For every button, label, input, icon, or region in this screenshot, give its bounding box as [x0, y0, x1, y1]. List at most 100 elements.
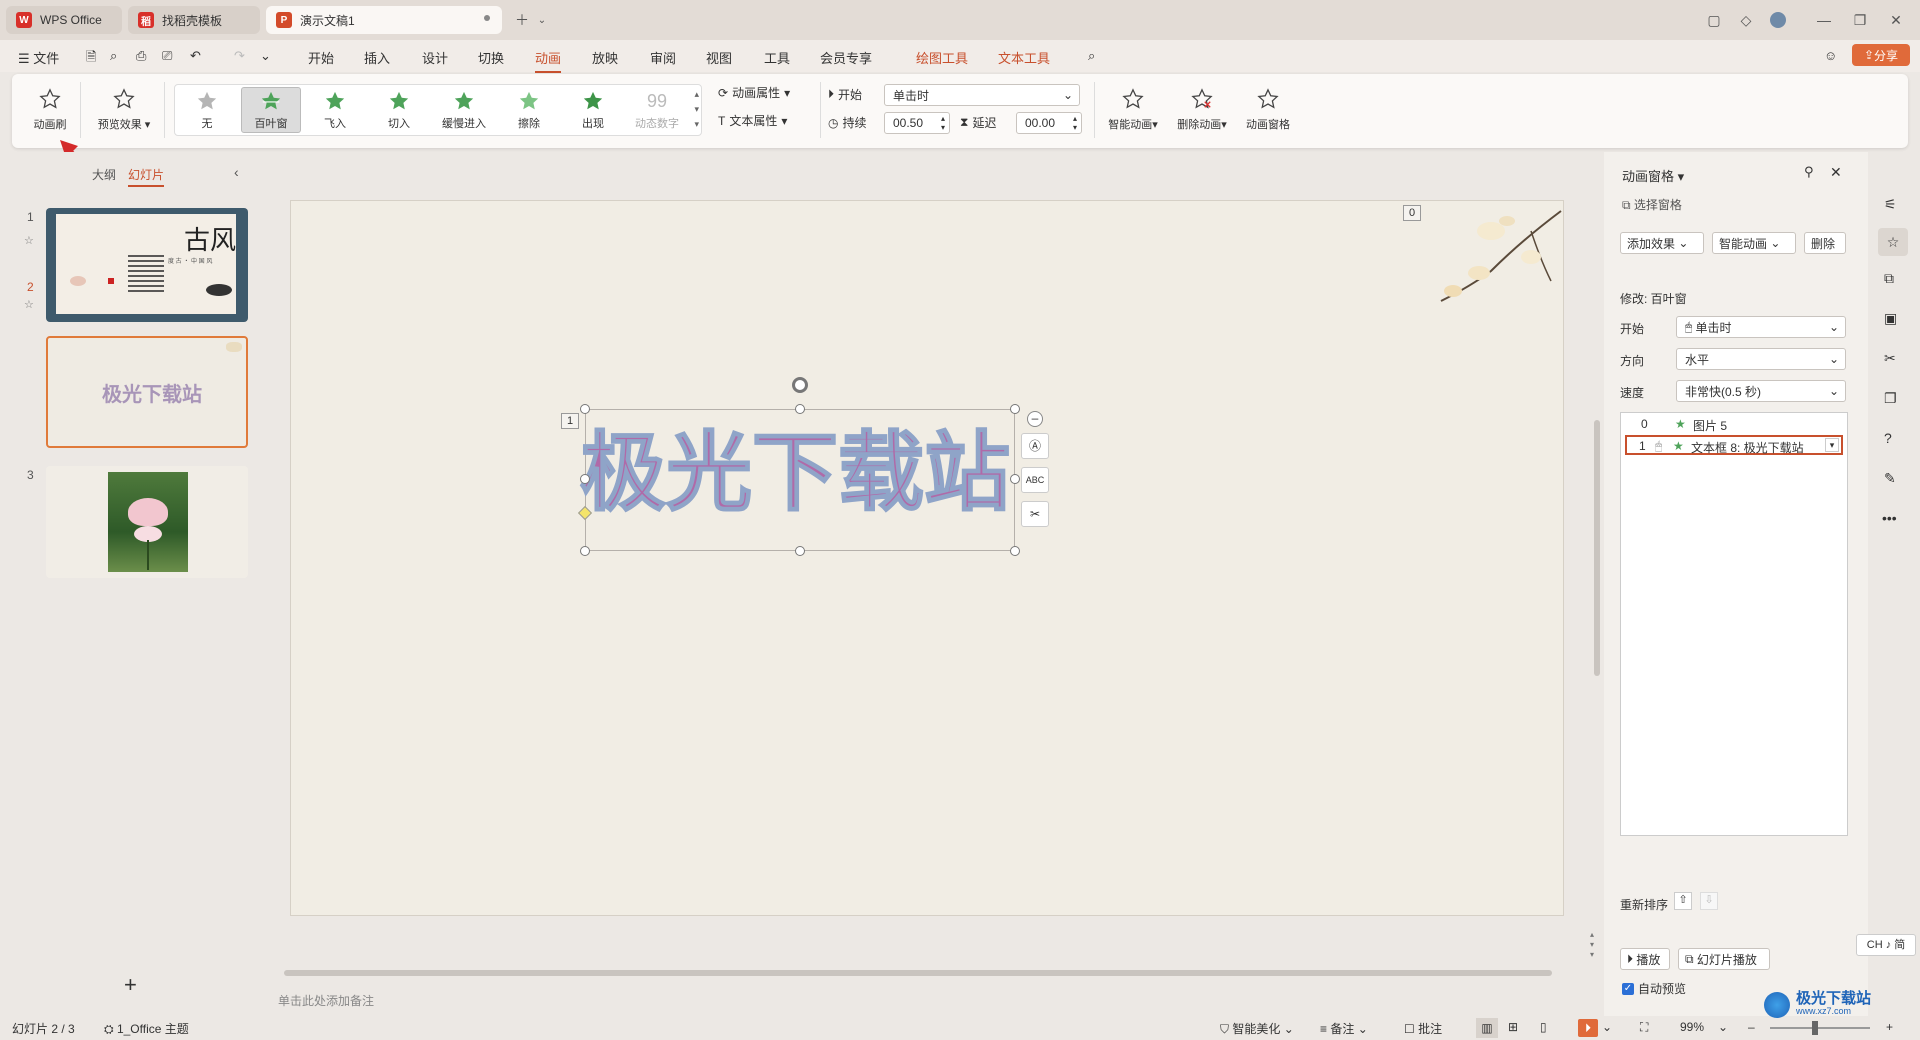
delete-animation-button[interactable]: 删除动画▾ [1170, 86, 1234, 132]
delay-stepper[interactable]: 00.00 ▴ ▾ [1016, 112, 1082, 134]
tab-menu-chevron-icon[interactable]: ⌄ [532, 10, 552, 30]
close-pane-icon[interactable]: ✕ [1830, 164, 1842, 181]
horizontal-scrollbar[interactable] [284, 970, 1552, 976]
menu-home[interactable]: 开始 [308, 48, 334, 67]
tools-icon[interactable]: ✂ [1884, 350, 1896, 367]
select-pane-button[interactable]: ⧉ 选择窗格 [1622, 196, 1682, 213]
close-icon[interactable]: ✕ [1886, 10, 1906, 30]
add-effect-button[interactable]: 添加效果 ⌄ [1620, 232, 1704, 254]
slide-thumb-2[interactable]: 极光下载站 [46, 336, 248, 448]
animation-properties-button[interactable]: ⟳ 动画属性 ▾ [718, 84, 790, 101]
theme-indicator[interactable]: ⛭ 1_Office 主题 [104, 1020, 189, 1037]
resize-handle[interactable] [580, 404, 590, 414]
slide-thumb-3[interactable] [46, 466, 248, 578]
gallery-none[interactable]: 无 [177, 87, 237, 133]
notes-area[interactable]: 单击此处添加备注 [266, 988, 1578, 1012]
add-slide-icon[interactable]: + [124, 972, 137, 998]
zoom-level[interactable]: 99% [1680, 1020, 1704, 1034]
shapes-icon[interactable]: ⧉ [1884, 270, 1894, 287]
gallery-wipe[interactable]: 擦除 [499, 87, 559, 133]
smart-animation-pane-button[interactable]: 智能动画 ⌄ [1712, 232, 1796, 254]
gallery-cut-in[interactable]: 切入 [369, 87, 429, 133]
page-nav-arrows-icon[interactable]: ▴ ▾ ▾ [1590, 930, 1594, 960]
slide-thumb-1[interactable]: 古风 度 古 ・ 中 国 风 [46, 208, 248, 322]
save-icon[interactable]: 🗎 [86, 48, 96, 70]
undo-icon[interactable]: ↶ [190, 48, 201, 64]
resize-handle[interactable] [580, 546, 590, 556]
animation-pane-title[interactable]: 动画窗格 ▾ [1622, 166, 1684, 185]
ime-indicator[interactable]: CH ♪ 简 [1856, 934, 1916, 956]
new-tab-icon[interactable]: ＋ [512, 10, 532, 30]
start-select[interactable]: 单击时 ⌄ [884, 84, 1080, 106]
tab-template[interactable]: 稻 找稻壳模板 [128, 6, 260, 34]
tab-presentation[interactable]: P 演示文稿1 [266, 6, 502, 34]
star-active-icon[interactable]: ☆ [1878, 228, 1908, 256]
menu-text-tools[interactable]: 文本工具 [998, 48, 1050, 67]
menu-insert[interactable]: 插入 [364, 48, 390, 67]
play-button[interactable]: ⏵ 播放 [1620, 948, 1670, 970]
play-menu-chevron-icon[interactable]: ⌄ [1602, 1020, 1612, 1034]
pin-icon[interactable]: ⚲ [1804, 164, 1814, 180]
more-icon[interactable]: ••• [1882, 510, 1897, 526]
sliders-icon[interactable]: ⚟ [1884, 196, 1897, 213]
avatar[interactable] [1768, 10, 1788, 30]
collapse-toolbar-icon[interactable]: – [1027, 411, 1043, 427]
gallery-dynamic-number[interactable]: 99 动态数字 [627, 87, 687, 133]
text-effect-icon[interactable]: Ⓐ [1021, 433, 1049, 459]
resize-handle[interactable] [580, 474, 590, 484]
grid-view-icon[interactable]: ⊞ [1508, 1020, 1518, 1034]
help-icon[interactable]: ? [1884, 430, 1892, 446]
zoom-slider[interactable] [1770, 1027, 1870, 1029]
menu-review[interactable]: 审阅 [650, 48, 676, 67]
redo-icon[interactable]: ↷ [234, 48, 245, 64]
rotate-handle-icon[interactable] [792, 377, 808, 393]
slideshow-button[interactable]: ⧉ 幻灯片播放 [1678, 948, 1770, 970]
beautify-button[interactable]: ⛉ 智能美化 ⌄ [1220, 1020, 1294, 1037]
move-up-icon[interactable]: ⇧ [1674, 892, 1692, 910]
preview-effect-button[interactable]: 预览效果 ▾ [90, 86, 158, 132]
smart-animation-button[interactable]: 智能动画▾ [1102, 86, 1164, 132]
text-box-selection[interactable]: 极光下载站 [579, 409, 1015, 551]
slide-title-text[interactable]: 极光下载站 [579, 418, 1011, 528]
slide-canvas[interactable]: 0 极光下载站 1 – Ⓐ ABC ✂ [290, 200, 1564, 916]
menu-file[interactable]: ☰ 文件 [18, 48, 59, 67]
menu-transition[interactable]: 切换 [478, 48, 504, 67]
menu-design[interactable]: 设计 [422, 48, 448, 67]
notes-button[interactable]: ≡ 备注 ⌄ [1320, 1020, 1368, 1037]
share-button[interactable]: ⇪ 分享 [1852, 44, 1910, 66]
slides-tab[interactable]: 幻灯片 [128, 166, 165, 187]
move-down-icon[interactable]: ⇩ [1700, 892, 1718, 910]
image-icon[interactable]: ▣ [1884, 310, 1897, 327]
animation-list-item-selected[interactable]: 1 🖱 ★ 文本框 8: 极光下载站 ▾ [1625, 435, 1843, 455]
menu-member[interactable]: 会员专享 [820, 48, 872, 67]
animation-list-item[interactable]: 0 ★ 图片 5 [1625, 415, 1843, 433]
restore-icon[interactable]: ❐ [1850, 10, 1870, 30]
menu-animation[interactable]: 动画 [535, 48, 562, 73]
animation-pane-button[interactable]: 动画窗格 [1240, 86, 1296, 132]
stepper-arrows-icon[interactable]: ▴ ▾ [941, 114, 945, 132]
zoom-in-icon[interactable]: + [1886, 1020, 1893, 1034]
gallery-fly-in[interactable]: 飞入 [305, 87, 365, 133]
search-icon[interactable]: ⌕ [1088, 48, 1095, 64]
start-field[interactable]: 🖱 单击时 ⌄ [1676, 316, 1846, 338]
reading-view-icon[interactable]: ▯ [1540, 1020, 1547, 1034]
comment-button[interactable]: ☐ 批注 [1404, 1020, 1442, 1037]
cube-icon[interactable]: ◇ [1736, 10, 1756, 30]
gallery-appear[interactable]: 出现 [563, 87, 623, 133]
resize-handle[interactable] [1010, 474, 1020, 484]
zoom-slider-thumb[interactable] [1812, 1021, 1818, 1035]
gallery-scroll-icon[interactable]: ▴ ▾ ▾ [694, 87, 699, 132]
speed-field[interactable]: 非常快(0.5 秒) ⌄ [1676, 380, 1846, 402]
search-doc-icon[interactable]: ⌕ [110, 48, 117, 64]
animation-tag-1[interactable]: 1 [561, 413, 579, 429]
fit-icon[interactable]: ⛶ [1640, 1020, 1648, 1035]
print-preview-icon[interactable]: ⎚ [162, 48, 172, 64]
autopreview-checkbox[interactable]: ✓ 自动预览 [1622, 980, 1686, 997]
comment-icon[interactable]: ☺ [1824, 48, 1837, 63]
tools-icon[interactable]: ✂ [1021, 501, 1049, 527]
zoom-out-icon[interactable]: – [1748, 1020, 1755, 1034]
vertical-scrollbar[interactable] [1594, 420, 1600, 676]
beautify-icon[interactable]: ✎ [1884, 470, 1896, 487]
print-icon[interactable]: ⎙ [136, 48, 146, 64]
outline-tab[interactable]: 大纲 [92, 166, 116, 183]
